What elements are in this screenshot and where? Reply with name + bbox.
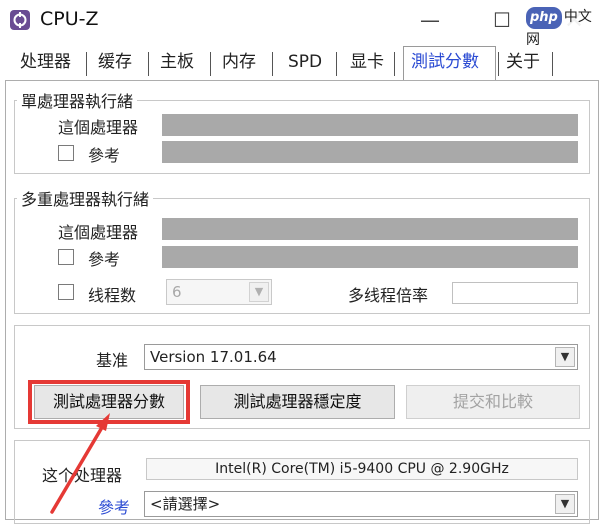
annotation-arrow-icon [50,413,110,514]
